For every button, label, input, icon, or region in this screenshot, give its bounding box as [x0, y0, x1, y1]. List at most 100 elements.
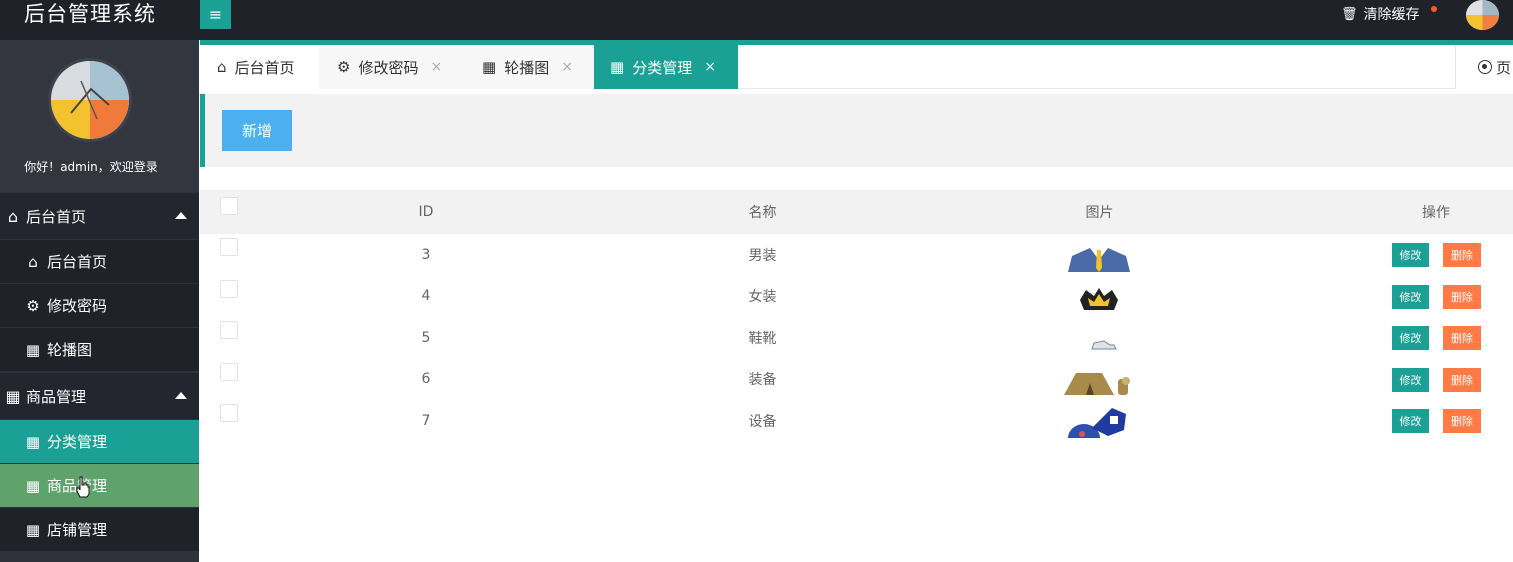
collapse-arrow-icon[interactable]: [175, 392, 187, 399]
edit-button[interactable]: 修改: [1392, 326, 1429, 350]
row-checkbox[interactable]: [220, 238, 238, 256]
welcome-text: 你好！admin，欢迎登录: [24, 160, 158, 174]
sidebar-item-home[interactable]: ⌂ 后台首页: [0, 240, 199, 283]
tab-label: 轮播图: [504, 58, 550, 77]
menu-toggle-button[interactable]: ≡: [200, 0, 231, 29]
close-icon[interactable]: ×: [430, 59, 442, 75]
target-icon: [1478, 60, 1492, 74]
table-header: ID 名称 图片 操作: [200, 190, 1513, 234]
delete-button[interactable]: 删除: [1443, 409, 1481, 433]
toolbar: 新增: [200, 94, 1513, 167]
tab-category[interactable]: ▦ 分类管理 ×: [594, 45, 738, 89]
sidebar: 你好！admin，欢迎登录 ⌂ 后台首页 ⌂ 后台首页 ⚙ 修改密码 ▦ 轮播图…: [0, 40, 199, 562]
gear-icon: ⚙: [337, 58, 351, 76]
crown-top-image: [1080, 287, 1118, 310]
column-header-id: ID: [418, 204, 434, 220]
row-id: 7: [421, 412, 431, 429]
tab-home[interactable]: ⌂ 后台首页: [200, 45, 319, 89]
sidebar-item-label: 轮播图: [47, 341, 93, 359]
column-header-actions: 操作: [1422, 205, 1450, 221]
edit-button[interactable]: 修改: [1392, 243, 1429, 267]
page-options-label: 页: [1496, 58, 1512, 77]
table-row: 7 设备 修改 删除: [200, 400, 1513, 442]
row-name: 装备: [748, 372, 777, 389]
edit-button[interactable]: 修改: [1392, 284, 1429, 309]
row-name: 男装: [748, 247, 777, 264]
grid-icon: ▦: [25, 476, 41, 495]
home-icon: ⌂: [7, 206, 19, 226]
clear-cache-label: 清除缓存: [1363, 7, 1420, 23]
sidebar-item-goods[interactable]: ▦ 商品管理: [0, 464, 199, 507]
user-avatar[interactable]: [1466, 0, 1499, 30]
column-header-name: 名称: [748, 205, 777, 221]
row-id: 4: [421, 288, 431, 305]
edit-button[interactable]: 修改: [1392, 409, 1429, 433]
column-header-image: 图片: [1085, 205, 1114, 221]
close-icon[interactable]: ×: [561, 59, 573, 75]
row-checkbox[interactable]: [220, 321, 238, 339]
page-options-button[interactable]: 页: [1455, 45, 1513, 89]
sidebar-item-label: 修改密码: [47, 297, 108, 315]
close-icon[interactable]: ×: [704, 59, 716, 75]
profile-avatar: [48, 58, 132, 142]
notification-dot: [1431, 6, 1437, 12]
grid-icon: ▦: [482, 58, 497, 76]
tab-carousel[interactable]: ▦ 轮播图 ×: [464, 45, 594, 89]
device-image: [1068, 408, 1126, 438]
suit-image: [1068, 248, 1130, 272]
grid-icon: ▦: [25, 520, 41, 539]
tent-image: [1064, 372, 1130, 395]
sidebar-group-home[interactable]: ⌂ 后台首页: [0, 193, 199, 239]
edit-button[interactable]: 修改: [1392, 367, 1429, 392]
collapse-arrow-icon[interactable]: [175, 212, 187, 219]
trash-icon: 🗑: [1341, 6, 1358, 22]
user-panel: 你好！admin，欢迎登录: [0, 40, 199, 192]
hamburger-icon: ≡: [208, 5, 223, 24]
sidebar-item-label: 后台首页: [47, 253, 108, 271]
sidebar-item-label: 分类管理: [47, 433, 108, 451]
delete-button[interactable]: 删除: [1443, 367, 1481, 392]
row-name: 设备: [748, 413, 777, 430]
sidebar-item-category[interactable]: ▦ 分类管理: [0, 420, 199, 463]
delete-button[interactable]: 删除: [1443, 243, 1481, 267]
tab-change-password[interactable]: ⚙ 修改密码 ×: [319, 45, 464, 89]
sidebar-item-change-password[interactable]: ⚙ 修改密码: [0, 284, 199, 327]
row-name: 鞋靴: [748, 330, 777, 347]
tab-bar: ⌂ 后台首页 ⚙ 修改密码 × ▦ 轮播图 × ▦ 分类管理 × 页: [200, 45, 1513, 89]
shoe-image: [1091, 340, 1117, 350]
grid-icon: ▦: [610, 58, 625, 76]
gear-icon: ⚙: [26, 296, 40, 315]
delete-button[interactable]: 删除: [1443, 284, 1481, 309]
select-all-checkbox[interactable]: [220, 197, 238, 215]
grid-icon: ▦: [25, 432, 41, 451]
sidebar-item-shop[interactable]: ▦ 店铺管理: [0, 508, 199, 551]
main-content: ⌂ 后台首页 ⚙ 修改密码 × ▦ 轮播图 × ▦ 分类管理 × 页 新增 ID: [200, 45, 1513, 562]
row-id: 6: [421, 371, 431, 388]
row-id: 5: [421, 329, 431, 346]
grid-icon: ▦: [5, 386, 21, 406]
row-name: 女装: [748, 289, 777, 306]
delete-button[interactable]: 删除: [1443, 326, 1481, 350]
table-row: 6 装备 修改 删除: [200, 359, 1513, 401]
home-icon: ⌂: [217, 58, 227, 76]
sidebar-item-label: 店铺管理: [47, 521, 108, 539]
row-checkbox[interactable]: [220, 404, 238, 422]
sidebar-group-products[interactable]: ▦ 商品管理: [0, 373, 199, 419]
row-checkbox[interactable]: [220, 362, 238, 381]
add-button[interactable]: 新增: [222, 110, 292, 151]
tab-label: 修改密码: [358, 58, 419, 77]
sidebar-item-carousel[interactable]: ▦ 轮播图: [0, 328, 199, 371]
app-title: 后台管理系统: [24, 2, 156, 26]
row-checkbox[interactable]: [220, 279, 238, 298]
table-row: 3 男装 修改 删除: [200, 234, 1513, 276]
hand-cursor-icon: [76, 476, 90, 498]
top-bar: 后台管理系统 ≡ 🗑 清除缓存: [0, 0, 1513, 40]
home-icon: ⌂: [28, 252, 38, 271]
tab-label: 分类管理: [632, 58, 693, 77]
grid-icon: ▦: [25, 340, 41, 359]
tab-label: 后台首页: [234, 58, 295, 77]
row-id: 3: [421, 246, 431, 263]
clear-cache-button[interactable]: 🗑 清除缓存: [1341, 0, 1420, 28]
sidebar-group-label: 商品管理: [26, 387, 87, 406]
sidebar-group-label: 后台首页: [26, 207, 87, 226]
